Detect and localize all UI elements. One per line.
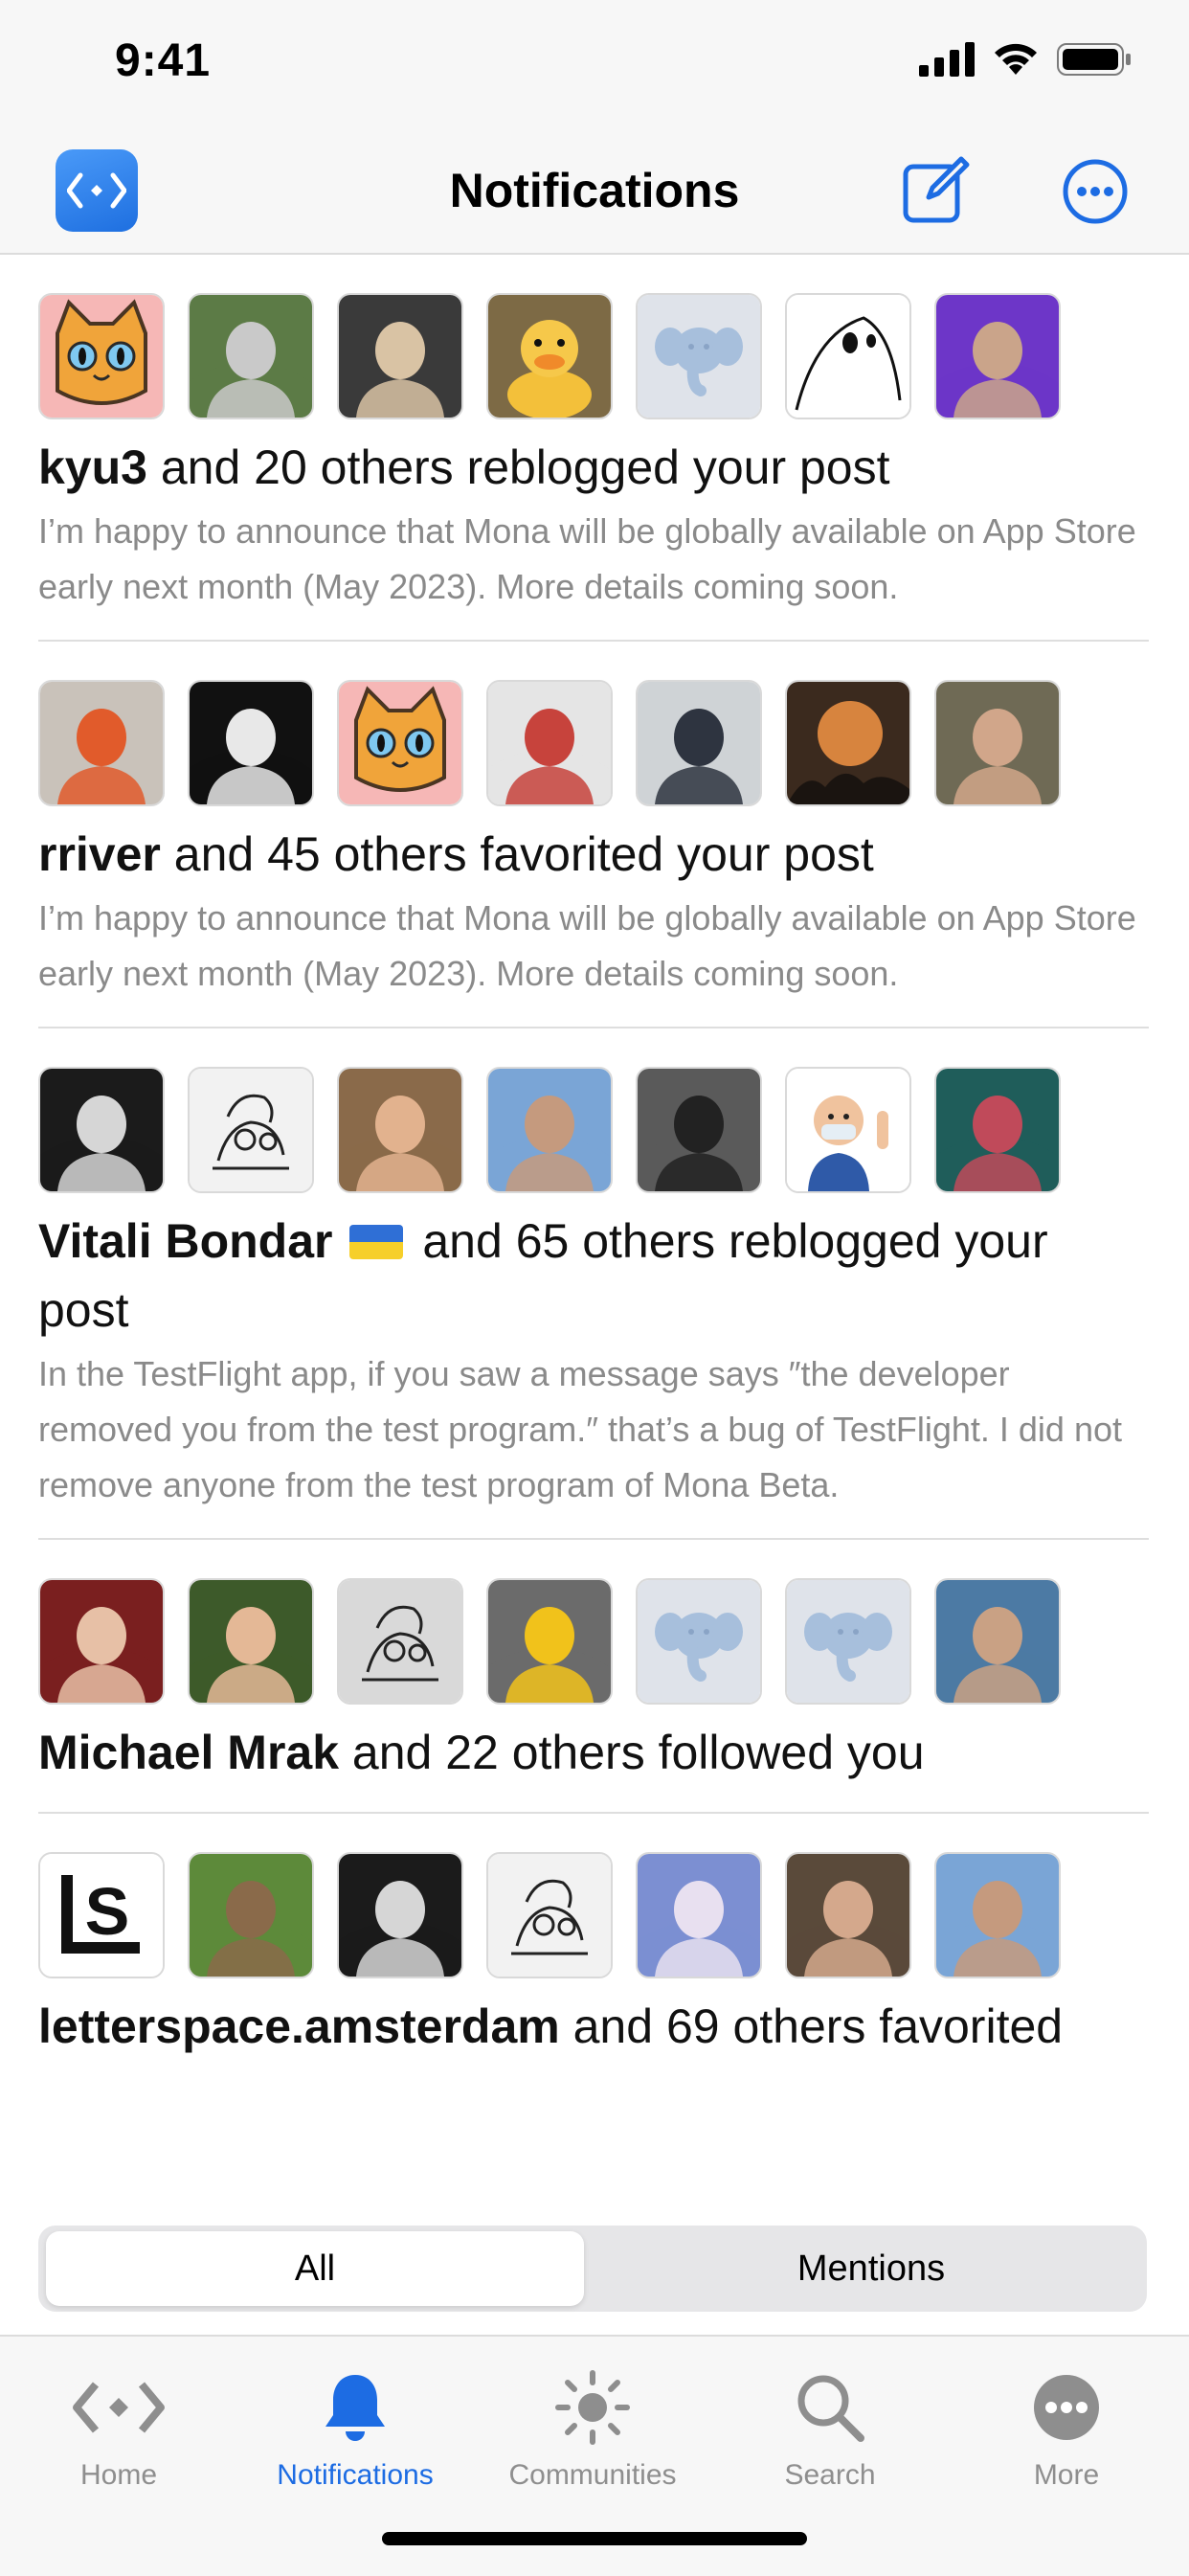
compose-icon[interactable] (900, 153, 973, 226)
notification-action: and 69 others favorited (559, 2000, 1064, 2053)
navigation-bar: Notifications (0, 134, 1189, 255)
notification-headline: Vitali Bondar and 65 others reblogged yo… (38, 1207, 1149, 1344)
notification-headline: kyu3 and 20 others reblogged your post (38, 433, 1151, 502)
tab-communities[interactable]: Communities (487, 2360, 698, 2492)
page-title: Notifications (449, 164, 740, 217)
avatar[interactable] (636, 293, 762, 419)
avatar[interactable] (636, 680, 762, 806)
svg-text:S: S (85, 1874, 130, 1949)
avatar[interactable] (785, 293, 911, 419)
cellular-signal-icon (919, 42, 975, 77)
tab-home-label: Home (79, 2459, 158, 2491)
tab-notifications[interactable]: Notifications (250, 2360, 460, 2492)
avatar[interactable] (38, 680, 165, 806)
avatar[interactable] (636, 1852, 762, 1978)
tab-more[interactable]: More (961, 2360, 1172, 2492)
avatar[interactable] (486, 293, 613, 419)
avatar[interactable] (785, 680, 911, 806)
status-time: 9:41 (115, 35, 212, 86)
battery-icon (1057, 43, 1131, 76)
notification-action: and 20 others reblogged your post (146, 441, 890, 494)
avatar[interactable] (934, 680, 1061, 806)
bell-icon (325, 2375, 385, 2441)
notification-action: and 22 others followed you (339, 1726, 925, 1779)
avatar[interactable] (188, 1067, 314, 1193)
post-excerpt: In the TestFlight app, if you saw a mess… (38, 1354, 1122, 1504)
avatar[interactable] (636, 1067, 762, 1193)
avatar[interactable] (337, 1852, 463, 1978)
magnifier-icon (797, 2375, 864, 2442)
avatar[interactable] (486, 1852, 613, 1978)
notification-username[interactable]: Vitali Bondar (38, 1214, 332, 1268)
avatar[interactable] (188, 1578, 314, 1705)
segment-all[interactable]: All (46, 2231, 584, 2306)
avatar[interactable] (636, 1578, 762, 1705)
notification-item[interactable]: Vitali Bondar and 65 others reblogged yo… (38, 1027, 1149, 1538)
notification-username[interactable]: letterspace.amsterdam (38, 2000, 560, 2053)
tab-more-label: More (1033, 2459, 1100, 2491)
post-excerpt: I’m happy to announce that Mona will be … (38, 898, 1136, 993)
avatar-row (38, 293, 1151, 421)
post-excerpt: I’m happy to announce that Mona will be … (38, 511, 1136, 606)
notification-username[interactable]: Michael Mrak (38, 1726, 339, 1779)
notification-item[interactable]: Michael Mrak and 22 others followed you (38, 1538, 1149, 1812)
notification-headline: rriver and 45 others favorited your post (38, 820, 1149, 889)
avatar[interactable] (38, 1578, 165, 1705)
avatar[interactable] (337, 293, 463, 419)
notification-item[interactable]: rriver and 45 others favorited your post… (38, 640, 1149, 1027)
avatar[interactable] (337, 680, 463, 806)
sun-icon (555, 2370, 630, 2445)
avatar-row (38, 680, 1149, 808)
notification-username[interactable]: kyu3 (38, 441, 147, 494)
notification-action: and 45 others favorited your post (160, 827, 874, 881)
ukraine-flag-icon (349, 1225, 404, 1259)
tab-notifications-label: Notifications (277, 2459, 434, 2491)
ellipsis-circle-icon[interactable] (1061, 157, 1130, 226)
notification-item[interactable]: S letterspace.amsterdam and 69 others fa… (38, 1812, 1149, 2086)
status-bar: 9:41 (0, 0, 1189, 134)
avatar[interactable] (38, 1067, 165, 1193)
ellipsis-circle-icon (1034, 2375, 1099, 2440)
segment-mentions[interactable]: Mentions (603, 2231, 1139, 2306)
avatar-row (38, 1578, 1149, 1706)
avatar[interactable] (188, 293, 314, 419)
tab-communities-label: Communities (508, 2459, 677, 2491)
avatar-row: S (38, 1852, 1149, 1980)
avatar[interactable] (38, 293, 165, 419)
avatar[interactable] (934, 1852, 1061, 1978)
avatar[interactable] (486, 680, 613, 806)
home-indicator (382, 2532, 807, 2545)
avatar[interactable] (934, 1578, 1061, 1705)
avatar[interactable] (486, 1067, 613, 1193)
notification-item[interactable]: kyu3 and 20 others reblogged your post I’… (0, 255, 1189, 640)
avatar[interactable] (337, 1578, 463, 1705)
tab-search[interactable]: Search (725, 2360, 935, 2492)
wifi-icon (995, 43, 1037, 75)
avatar[interactable] (785, 1067, 911, 1193)
avatar[interactable] (337, 1067, 463, 1193)
tab-home[interactable]: Home (13, 2360, 224, 2492)
notification-headline: letterspace.amsterdam and 69 others favo… (38, 1992, 1149, 2086)
notification-filter-segmented-control: All Mentions (38, 2226, 1147, 2312)
avatar[interactable] (934, 293, 1061, 419)
avatar[interactable] (785, 1578, 911, 1705)
avatar[interactable] (188, 680, 314, 806)
notification-username[interactable]: rriver (38, 827, 161, 881)
avatar[interactable]: S (38, 1852, 165, 1978)
avatar[interactable] (486, 1578, 613, 1705)
avatar[interactable] (785, 1852, 911, 1978)
home-diamond-icon (73, 2382, 165, 2433)
tab-search-label: Search (784, 2459, 876, 2491)
avatar-row (38, 1067, 1149, 1195)
avatar[interactable] (934, 1067, 1061, 1193)
notification-headline: Michael Mrak and 22 others followed you (38, 1718, 1149, 1812)
avatar[interactable] (188, 1852, 314, 1978)
notification-feed[interactable]: kyu3 and 20 others reblogged your post I’… (0, 255, 1189, 2208)
status-icons (919, 42, 1132, 77)
